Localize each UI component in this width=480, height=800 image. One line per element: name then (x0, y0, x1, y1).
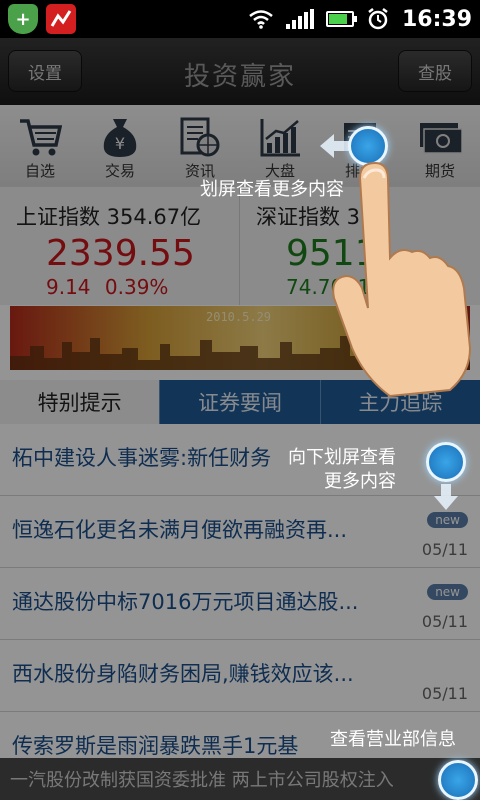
battery-icon (325, 11, 357, 27)
touch-indicator-icon (438, 760, 478, 800)
swipe-down-hint-line1: 向下划屏查看 (288, 447, 396, 468)
system-status: 16:39 (248, 0, 472, 38)
clock-time: 16:39 (401, 6, 472, 32)
guide-overlay[interactable]: 划屏查看更多内容 向下划屏查看 更多内容 查看营业部信息 (0, 38, 480, 800)
shield-plus-icon: + (8, 4, 38, 34)
wifi-icon (249, 10, 273, 29)
arrow-down-icon (434, 484, 458, 510)
swipe-down-hint-line2: 更多内容 (324, 471, 396, 492)
swipe-hint-text: 划屏查看更多内容 (200, 179, 344, 200)
notification-icons: + (8, 4, 76, 34)
branch-info-hint-text: 查看营业部信息 (330, 729, 456, 750)
touch-indicator-icon (426, 442, 466, 482)
alarm-icon (368, 8, 388, 30)
hand-pointer-icon (332, 161, 472, 398)
swipe-down-hint-text: 向下划屏查看 更多内容 (288, 446, 396, 494)
red-chart-icon (46, 4, 76, 34)
arrow-left-icon (320, 134, 350, 158)
signal-icon (285, 9, 314, 29)
status-bar: + 16:39 (0, 0, 480, 38)
